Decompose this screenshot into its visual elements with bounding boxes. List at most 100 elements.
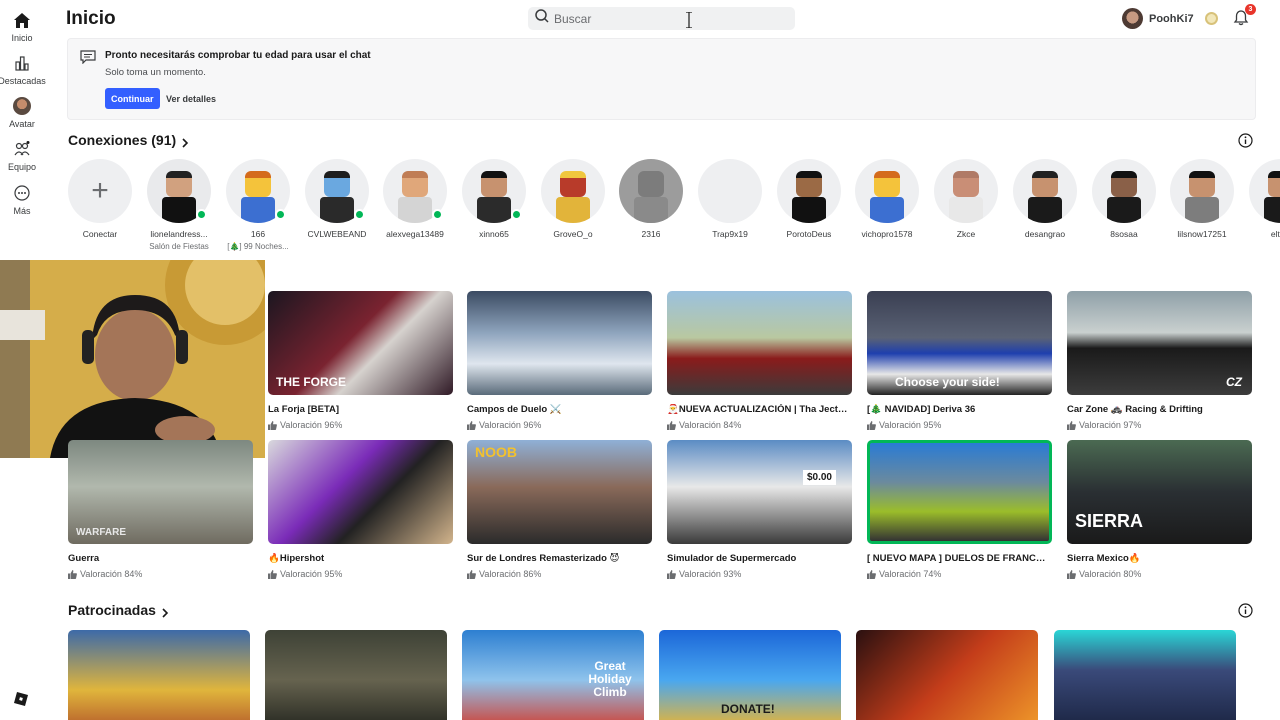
plus-icon[interactable]: + [68, 159, 132, 223]
game-thumbnail[interactable]: Choose your side! [867, 291, 1052, 395]
connection-item[interactable]: eltula [1248, 159, 1280, 239]
username[interactable]: PoohKi7 [1149, 13, 1194, 25]
game-thumbnail[interactable]: CZ [1067, 291, 1252, 395]
game-title[interactable]: 🎅NUEVA ACTUALIZACIÓN | Tha Jects™ [667, 404, 852, 415]
connection-item[interactable]: CVLWEBEAND [304, 159, 370, 239]
connection-name[interactable]: 2316 [642, 229, 661, 239]
game-tile[interactable]: Choose your side! [🎄 NAVIDAD] Deriva 36 Va… [867, 291, 1052, 430]
connection-item[interactable]: 2316 [618, 159, 684, 239]
connection-name[interactable]: lilsnow17251 [1177, 229, 1226, 239]
game-thumbnail[interactable] [867, 440, 1052, 544]
game-tile[interactable]: SIERRA Sierra Mexico🔥 Valoración 80% [1067, 440, 1252, 579]
sponsored-title[interactable]: Patrocinadas [68, 602, 156, 618]
connection-name[interactable]: PorotoDeus [787, 229, 832, 239]
connections-title[interactable]: Conexiones (91) [68, 132, 176, 148]
avatar[interactable] [934, 159, 998, 223]
game-thumbnail[interactable]: $0.00 [667, 440, 852, 544]
connection-name[interactable]: GroveO_o [553, 229, 592, 239]
game-title[interactable]: Sierra Mexico🔥 [1067, 553, 1252, 564]
robux-icon[interactable] [1204, 12, 1218, 25]
avatar[interactable] [541, 159, 605, 223]
avatar[interactable] [1170, 159, 1234, 223]
sponsored-tile[interactable] [265, 630, 447, 720]
continue-button[interactable]: Continuar [105, 88, 160, 109]
connection-name[interactable]: Zkce [957, 229, 975, 239]
game-tile[interactable]: WARFARE Guerra Valoración 84% [68, 440, 253, 579]
game-tile[interactable]: [ NUEVO MAPA ] DUELOS DE FRANCOTI... Valo… [867, 440, 1052, 579]
connection-name[interactable]: CVLWEBEAND [308, 229, 367, 239]
game-tile[interactable]: Campos de Duelo ⚔️ Valoración 96% [467, 291, 652, 430]
game-tile[interactable]: NOOB Sur de Londres Remasterizado 😈 Valora… [467, 440, 652, 579]
game-tile[interactable]: CZ Car Zone 🚓 Racing & Drifting Valoración… [1067, 291, 1252, 430]
connection-item[interactable]: xinno65 [461, 159, 527, 239]
connection-item[interactable]: PorotoDeus [776, 159, 842, 239]
avatar[interactable] [619, 159, 683, 223]
sponsored-tile[interactable]: DONATE! [659, 630, 841, 720]
roblox-logo-icon[interactable] [14, 692, 28, 706]
connection-item[interactable]: lionelandress... Salón de Fiestas [146, 159, 212, 251]
connection-item[interactable]: desangrao [1012, 159, 1078, 239]
info-icon[interactable] [1238, 603, 1253, 618]
sponsored-tile[interactable] [68, 630, 250, 720]
game-thumbnail[interactable]: THE FORGE [268, 291, 453, 395]
game-title[interactable]: [🎄 NAVIDAD] Deriva 36 [867, 404, 1052, 415]
connection-item[interactable]: vichopro1578 [854, 159, 920, 239]
game-tile[interactable]: 🔥Hipershot Valoración 95% [268, 440, 453, 579]
game-thumbnail[interactable]: SIERRA [1067, 440, 1252, 544]
rail-item-charts[interactable]: Destacadas [0, 54, 46, 86]
game-tile[interactable]: $0.00 Simulador de Supermercado Valoración… [667, 440, 852, 579]
search-input[interactable] [554, 11, 774, 26]
sponsored-tile[interactable]: Great Holiday Climb [462, 630, 644, 720]
user-menu[interactable]: PoohKi7 [1122, 8, 1218, 29]
game-title[interactable]: Simulador de Supermercado [667, 553, 852, 564]
search-bar[interactable] [528, 7, 795, 30]
game-title[interactable]: Car Zone 🚓 Racing & Drifting [1067, 404, 1252, 415]
game-thumbnail[interactable]: WARFARE [68, 440, 253, 544]
connection-item[interactable]: Zkce [933, 159, 999, 239]
connection-name[interactable]: xinno65 [479, 229, 509, 239]
connection-item[interactable]: Trap9x19 [697, 159, 763, 239]
connection-name[interactable]: lionelandress... [150, 229, 207, 239]
avatar[interactable] [855, 159, 919, 223]
sponsored-tile[interactable] [856, 630, 1038, 720]
sponsored-tile[interactable] [1054, 630, 1236, 720]
game-title[interactable]: Guerra [68, 553, 253, 564]
avatar[interactable] [1013, 159, 1077, 223]
game-title[interactable]: Sur de Londres Remasterizado 😈 [467, 553, 652, 564]
avatar[interactable] [698, 159, 762, 223]
game-thumbnail[interactable] [667, 291, 852, 395]
rail-item-avatar[interactable]: Avatar [0, 97, 44, 129]
avatar[interactable] [1122, 8, 1143, 29]
connection-item[interactable]: 166 [🎄] 99 Noches... [225, 159, 291, 251]
add-connection-button[interactable]: + Conectar [67, 159, 133, 239]
connection-item[interactable]: 8sosaa [1091, 159, 1157, 239]
game-title[interactable]: 🔥Hipershot [268, 553, 453, 564]
avatar[interactable] [1249, 159, 1280, 223]
game-title[interactable]: La Forja [BETA] [268, 404, 453, 415]
connection-name[interactable]: 8sosaa [1110, 229, 1137, 239]
connection-item[interactable]: GroveO_o [540, 159, 606, 239]
connection-status[interactable]: [🎄] 99 Noches... [227, 242, 289, 251]
connection-item[interactable]: lilsnow17251 [1169, 159, 1235, 239]
game-thumbnail[interactable]: NOOB [467, 440, 652, 544]
rail-item-more[interactable]: Más [0, 184, 44, 216]
connection-status[interactable]: Salón de Fiestas [149, 242, 209, 251]
connection-name[interactable]: desangrao [1025, 229, 1065, 239]
rail-item-home[interactable]: Inicio [0, 11, 44, 43]
connection-name[interactable]: 166 [251, 229, 265, 239]
game-tile[interactable]: 🎅NUEVA ACTUALIZACIÓN | Tha Jects™ Valorac… [667, 291, 852, 430]
connection-name[interactable]: alexvega13489 [386, 229, 444, 239]
game-tile[interactable]: THE FORGE La Forja [BETA] Valoración 96% [268, 291, 453, 430]
connection-name[interactable]: Trap9x19 [712, 229, 748, 239]
sponsored-header[interactable]: Patrocinadas [68, 602, 169, 618]
connection-name[interactable]: eltula [1271, 229, 1280, 239]
see-details-link[interactable]: Ver detalles [166, 94, 216, 104]
connection-item[interactable]: alexvega13489 [382, 159, 448, 239]
avatar[interactable] [777, 159, 841, 223]
connection-name[interactable]: Conectar [83, 229, 118, 239]
info-icon[interactable] [1238, 133, 1253, 148]
connections-header[interactable]: Conexiones (91) [68, 132, 189, 148]
game-title[interactable]: [ NUEVO MAPA ] DUELOS DE FRANCOTI... [867, 553, 1052, 564]
avatar[interactable] [1092, 159, 1156, 223]
rail-item-team[interactable]: Equipo [0, 140, 44, 172]
